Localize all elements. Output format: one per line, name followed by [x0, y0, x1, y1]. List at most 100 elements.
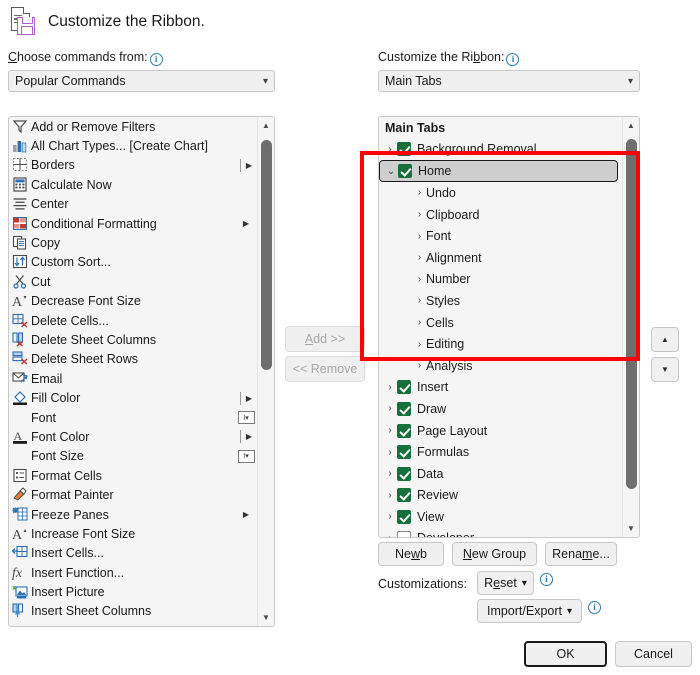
- command-list-item[interactable]: Insert Picture: [9, 582, 257, 601]
- command-list-item[interactable]: Cut: [9, 272, 257, 291]
- command-list-item[interactable]: Format Painter: [9, 485, 257, 504]
- tree-tab-item[interactable]: › Insert: [379, 377, 622, 399]
- tab-checkbox[interactable]: [397, 423, 411, 438]
- new-tab-button[interactable]: Newb: [378, 542, 444, 566]
- chevron-right-icon[interactable]: ›: [383, 144, 397, 155]
- info-icon[interactable]: i: [149, 53, 163, 66]
- commands-scrollbar[interactable]: ▲ ▼: [257, 117, 274, 626]
- command-list-item[interactable]: Center: [9, 195, 257, 214]
- main-tabs-treebox[interactable]: Main Tabs › Background Removal ⌄ Home › Undo ›…: [378, 116, 640, 538]
- command-list-item[interactable]: fx Insert Function...: [9, 563, 257, 582]
- tree-group-item[interactable]: › Editing: [379, 333, 622, 355]
- tab-checkbox[interactable]: [397, 488, 411, 503]
- tree-group-item[interactable]: › Number: [379, 269, 622, 291]
- main-tabs-tree[interactable]: Main Tabs › Background Removal ⌄ Home › Undo ›…: [379, 117, 622, 537]
- command-list-item[interactable]: Conditional Formatting ▶: [9, 214, 257, 233]
- scroll-thumb[interactable]: [625, 139, 637, 489]
- chevron-right-icon[interactable]: ›: [413, 187, 426, 198]
- combo-box-glyph-icon[interactable]: I▾: [237, 411, 255, 425]
- chevron-right-icon[interactable]: ›: [383, 490, 397, 501]
- tree-tab-item[interactable]: › Page Layout: [379, 420, 622, 442]
- info-icon[interactable]: i: [506, 53, 520, 66]
- tree-group-item[interactable]: › Styles: [379, 290, 622, 312]
- chevron-right-icon[interactable]: ›: [383, 511, 397, 522]
- scroll-track[interactable]: [623, 134, 640, 520]
- chevron-right-icon[interactable]: ›: [383, 468, 397, 479]
- main-tabs-scrollbar[interactable]: ▲ ▼: [622, 117, 639, 537]
- command-list-item[interactable]: Insert Sheet Columns: [9, 602, 257, 621]
- command-list-item[interactable]: Copy: [9, 233, 257, 252]
- chevron-right-icon[interactable]: ›: [383, 382, 397, 393]
- tab-checkbox[interactable]: [397, 380, 411, 395]
- chevron-right-icon[interactable]: ›: [383, 447, 397, 458]
- choose-commands-from-select[interactable]: Popular Commands ▾: [8, 70, 275, 92]
- tree-tab-item[interactable]: › Review: [379, 485, 622, 507]
- tree-group-item[interactable]: › Alignment: [379, 247, 622, 269]
- tree-tab-item[interactable]: › Draw: [379, 398, 622, 420]
- chevron-right-icon[interactable]: ›: [413, 339, 426, 350]
- chevron-right-icon[interactable]: ›: [413, 209, 426, 220]
- command-list-item[interactable]: Delete Sheet Rows: [9, 350, 257, 369]
- command-list-item[interactable]: Font I▾: [9, 408, 257, 427]
- tab-checkbox[interactable]: [398, 164, 412, 179]
- tree-group-item[interactable]: › Font: [379, 225, 622, 247]
- scroll-up-icon[interactable]: ▲: [623, 117, 640, 134]
- split-dropdown-arrow-icon[interactable]: ▶: [239, 158, 252, 172]
- command-list-item[interactable]: A Increase Font Size: [9, 524, 257, 543]
- add-button[interactable]: Add >>: [285, 326, 365, 352]
- submenu-arrow-icon[interactable]: ▶: [243, 219, 249, 228]
- command-list-item[interactable]: Email: [9, 369, 257, 388]
- tree-tab-item[interactable]: › View: [379, 506, 622, 528]
- scroll-up-icon[interactable]: ▲: [258, 117, 275, 134]
- command-list-item[interactable]: A Decrease Font Size: [9, 292, 257, 311]
- tab-checkbox[interactable]: [397, 445, 411, 460]
- commands-list[interactable]: Add or Remove Filters All Chart Types... …: [9, 117, 257, 626]
- command-list-item[interactable]: Insert Cells...: [9, 544, 257, 563]
- tab-checkbox[interactable]: [397, 531, 411, 537]
- tree-group-item[interactable]: › Analysis: [379, 355, 622, 377]
- tree-tab-item[interactable]: › Developer: [379, 528, 622, 537]
- tree-group-item[interactable]: › Clipboard: [379, 204, 622, 226]
- chevron-right-icon[interactable]: ›: [413, 252, 426, 263]
- command-list-item[interactable]: Freeze Panes ▶: [9, 505, 257, 524]
- tab-checkbox[interactable]: [397, 142, 411, 157]
- cancel-button[interactable]: Cancel: [615, 641, 692, 667]
- chevron-right-icon[interactable]: ›: [413, 231, 426, 242]
- command-list-item[interactable]: Format Cells: [9, 466, 257, 485]
- chevron-right-icon[interactable]: ›: [413, 274, 426, 285]
- command-list-item[interactable]: Delete Cells...: [9, 311, 257, 330]
- rename-button[interactable]: Rename...: [545, 542, 617, 566]
- scroll-track[interactable]: [258, 134, 275, 609]
- chevron-right-icon[interactable]: ›: [413, 360, 426, 371]
- scroll-down-icon[interactable]: ▼: [623, 520, 640, 537]
- command-list-item[interactable]: Add or Remove Filters: [9, 117, 257, 136]
- chevron-right-icon[interactable]: ›: [383, 533, 397, 537]
- command-list-item[interactable]: Custom Sort...: [9, 253, 257, 272]
- submenu-arrow-icon[interactable]: ▶: [243, 510, 249, 519]
- tree-tab-item[interactable]: › Formulas: [379, 441, 622, 463]
- commands-listbox[interactable]: Add or Remove Filters All Chart Types... …: [8, 116, 275, 627]
- tab-checkbox[interactable]: [397, 401, 411, 416]
- command-list-item[interactable]: All Chart Types... [Create Chart]: [9, 136, 257, 155]
- command-list-item[interactable]: Delete Sheet Columns: [9, 330, 257, 349]
- new-group-button[interactable]: New Group: [452, 542, 537, 566]
- import-export-button[interactable]: Import/Export ▾: [477, 599, 582, 623]
- info-icon[interactable]: i: [588, 601, 601, 614]
- customize-ribbon-select[interactable]: Main Tabs ▾: [378, 70, 640, 92]
- scroll-thumb[interactable]: [260, 140, 272, 370]
- split-dropdown-arrow-icon[interactable]: ▶: [239, 391, 252, 405]
- ok-button[interactable]: OK: [524, 641, 607, 667]
- tab-checkbox[interactable]: [397, 466, 411, 481]
- scroll-down-icon[interactable]: ▼: [258, 609, 275, 626]
- move-up-button[interactable]: ▲: [651, 327, 679, 352]
- chevron-right-icon[interactable]: ›: [413, 317, 426, 328]
- remove-button[interactable]: << Remove: [285, 356, 365, 382]
- chevron-right-icon[interactable]: ›: [383, 425, 397, 436]
- command-list-item[interactable]: Borders ▶: [9, 156, 257, 175]
- move-down-button[interactable]: ▼: [651, 357, 679, 382]
- command-list-item[interactable]: A Font Color ▶: [9, 427, 257, 446]
- tree-tab-item[interactable]: ⌄ Home: [379, 160, 618, 183]
- tree-tab-item[interactable]: › Data: [379, 463, 622, 485]
- combo-box-glyph-icon[interactable]: I▾: [237, 449, 255, 463]
- chevron-down-icon[interactable]: ⌄: [384, 166, 398, 177]
